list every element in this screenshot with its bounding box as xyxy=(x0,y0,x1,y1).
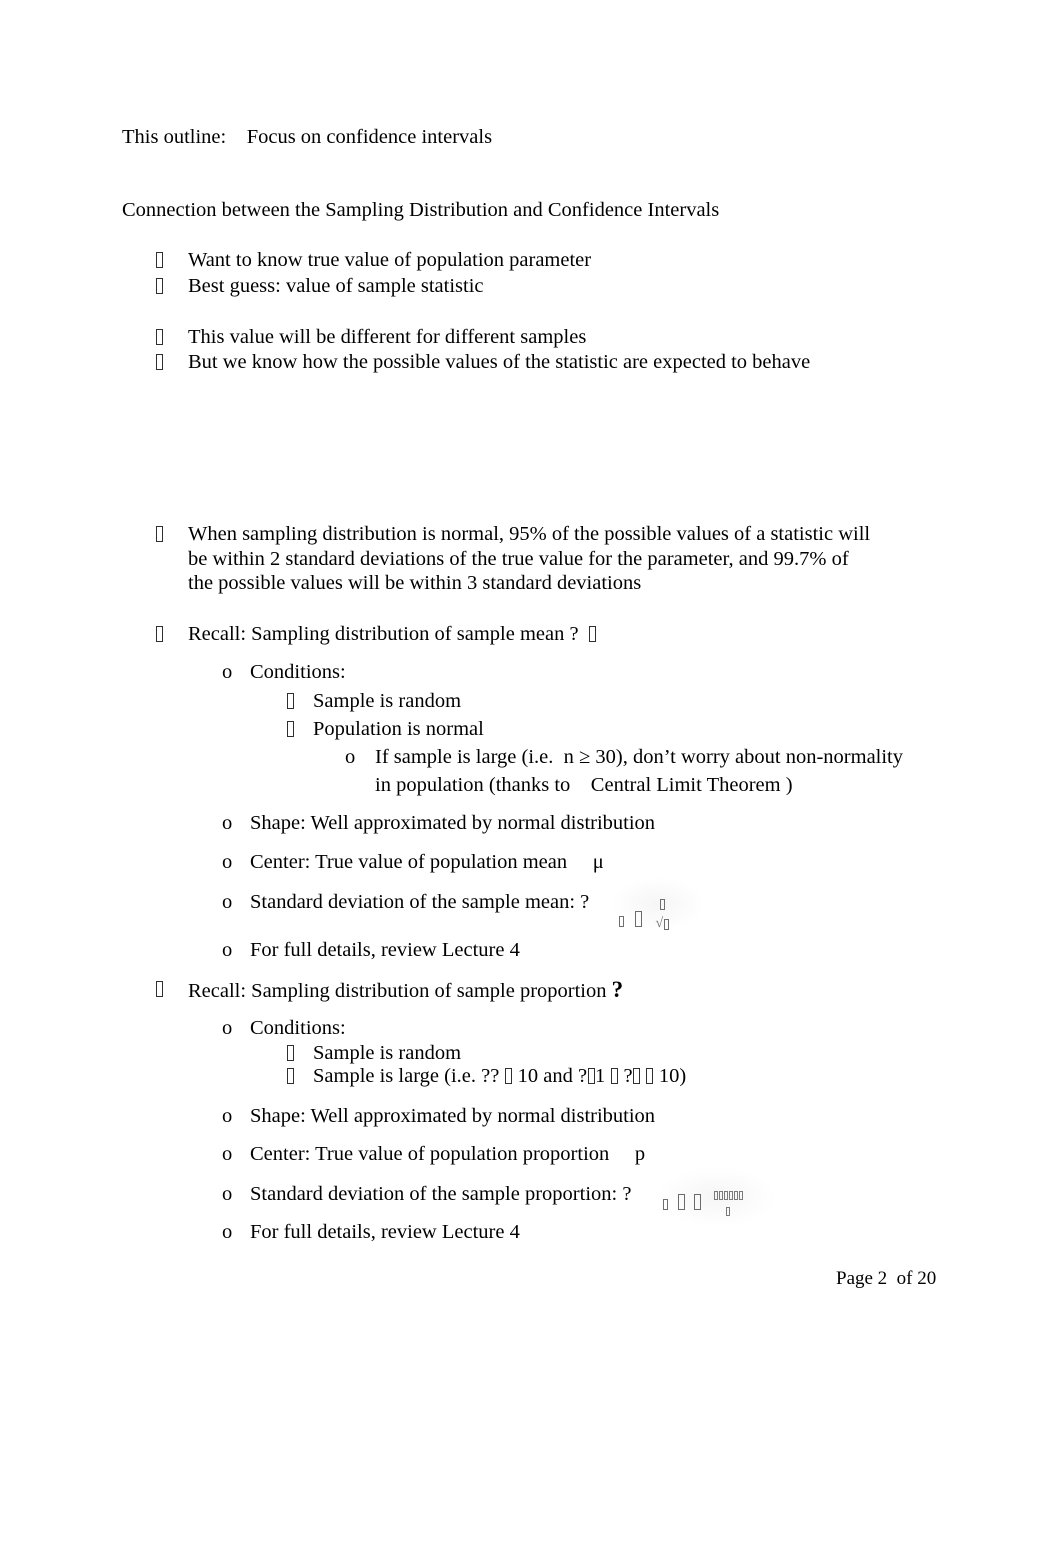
sub-bullet-marker-o: o xyxy=(222,1105,233,1127)
bullet-marker-icon xyxy=(286,1041,294,1066)
center-gap-2 xyxy=(609,1143,635,1165)
radical-icon: √ xyxy=(655,916,664,931)
cond-large-suffix: 10) xyxy=(653,1065,687,1087)
sub-bullet-marker-o: o xyxy=(222,661,233,683)
equals-missing-glyph-icon xyxy=(678,1194,685,1210)
sample-proportion-shape: Shape: Well approximated by normal distr… xyxy=(250,1105,656,1127)
sample-mean-conditions-label: Conditions: xyxy=(250,661,346,683)
page-footer: Page 2 of 20 xyxy=(836,1268,937,1289)
sample-proportion-heading: Recall: Sampling distribution of sample … xyxy=(188,977,623,1004)
sub-bullet-marker-o: o xyxy=(222,939,233,961)
bullet-marker-icon xyxy=(155,522,163,547)
normal-rule-line-1: When sampling distribution is normal, 95… xyxy=(188,523,871,545)
outline-header-line: This outline: Focus on confidence interv… xyxy=(122,125,492,150)
cond-large-prefix: Sample is large (i.e. ?? xyxy=(313,1065,505,1087)
section-title: Connection between the Sampling Distribu… xyxy=(122,199,720,221)
sub-bullet-marker-o: o xyxy=(222,1183,233,1205)
bullet-marker-icon xyxy=(286,689,294,714)
bullet-marker-icon xyxy=(155,622,163,647)
sample-mean-sd-label: Standard deviation of the sample mean: ? xyxy=(250,891,590,913)
sample-mean-details: For full details, review Lecture 4 xyxy=(250,939,520,961)
p-symbol: p xyxy=(634,1143,646,1165)
intro-bullet-2: This value will be different for differe… xyxy=(188,326,587,348)
paren-missing-glyph-icon xyxy=(587,1068,595,1084)
sub-bullet-marker-o: o xyxy=(345,746,356,768)
outline-topic: Focus on confidence intervals xyxy=(246,126,493,148)
cond-large-space xyxy=(641,1065,646,1087)
center-gap xyxy=(567,851,593,873)
sample-proportion-condition-large: Sample is large (i.e. ?? 10 and ? 1 ? 10) xyxy=(313,1064,686,1089)
sample-proportion-condition-random: Sample is random xyxy=(313,1042,462,1064)
sample-proportion-center: Center: True value of population proport… xyxy=(250,1142,645,1167)
cond-large-mid: 10 and ? xyxy=(512,1065,588,1087)
fraction-numerator xyxy=(713,1186,743,1202)
phat-missing-glyph: ? xyxy=(611,977,624,1002)
clt-note-line-1: If sample is large (i.e. n ≥ 30), don’t … xyxy=(375,746,904,768)
minus-missing-glyph-icon xyxy=(610,1068,618,1084)
sub-bullet-marker-o: o xyxy=(222,1221,233,1243)
sub-bullet-marker-o: o xyxy=(222,1017,233,1039)
fraction-numerator xyxy=(659,896,665,912)
mu-symbol: μ xyxy=(592,851,604,873)
intro-bullet-1: Best guess: value of sample statistic xyxy=(188,275,484,297)
bullet-marker-icon xyxy=(155,274,163,299)
sample-proportion-center-text: Center: True value of population proport… xyxy=(250,1143,610,1165)
fraction-missing-glyph: √ xyxy=(656,896,670,931)
bullet-marker-icon xyxy=(155,325,163,350)
cond-large-mid3: ? xyxy=(618,1065,633,1087)
normal-rule-line-2: be within 2 standard deviations of the t… xyxy=(188,548,849,570)
intro-bullet-0: Want to know true value of population pa… xyxy=(188,249,592,271)
outline-label: This outline: xyxy=(122,126,227,148)
geq2-missing-glyph-icon xyxy=(646,1068,654,1084)
sample-proportion-conditions-label: Conditions: xyxy=(250,1017,346,1039)
sample-mean-condition-0: Sample is random xyxy=(313,690,462,712)
fraction-denominator xyxy=(726,1207,731,1216)
fraction-missing-glyph xyxy=(713,1186,743,1216)
clt-note-line-2: in population (thanks to Central Limit T… xyxy=(375,774,793,796)
document-page: This outline: Focus on confidence interv… xyxy=(0,0,1062,1561)
bullet-marker-icon xyxy=(155,350,163,375)
xbar-missing-glyph-icon xyxy=(589,626,597,642)
paren2-missing-glyph-icon xyxy=(633,1068,641,1084)
sub-bullet-marker-o: o xyxy=(222,1143,233,1165)
sample-proportion-details: For full details, review Lecture 4 xyxy=(250,1221,520,1243)
bullet-marker-icon xyxy=(155,977,163,1002)
sigma-subscript-missing-glyph-icon xyxy=(662,1199,668,1210)
sample-mean-center-text: Center: True value of population mean xyxy=(250,851,568,873)
sample-proportion-heading-text: Recall: Sampling distribution of sample … xyxy=(188,980,607,1002)
outline-label-gap xyxy=(226,126,247,148)
bullet-marker-icon xyxy=(286,1064,294,1089)
sample-proportion-sd-equation-broken xyxy=(658,1168,776,1226)
sample-proportion-sd-label: Standard deviation of the sample proport… xyxy=(250,1183,632,1205)
cond-large-mid2: 1 xyxy=(595,1065,611,1087)
sample-mean-heading-gap xyxy=(579,623,589,645)
sub-bullet-marker-o: o xyxy=(222,812,233,834)
geq-missing-glyph-icon xyxy=(504,1068,512,1084)
sub-bullet-marker-o: o xyxy=(222,851,233,873)
bullet-marker-icon xyxy=(286,717,294,742)
sub-bullet-marker-o: o xyxy=(222,891,233,913)
sample-mean-condition-1: Population is normal xyxy=(313,718,484,740)
sample-mean-center: Center: True value of population mean μ xyxy=(250,850,604,875)
fraction-denominator: √ xyxy=(656,917,670,931)
bullet-marker-icon xyxy=(155,248,163,273)
radical-missing-glyph-icon xyxy=(693,1194,701,1210)
sample-mean-sd-equation-broken: √ xyxy=(612,878,704,931)
normal-rule-line-3: the possible values will be within 3 sta… xyxy=(188,572,642,594)
sigma-subscript-missing-glyph-icon xyxy=(618,916,624,927)
sample-mean-heading-text: Recall: Sampling distribution of sample … xyxy=(188,623,579,645)
sample-mean-shape: Shape: Well approximated by normal distr… xyxy=(250,812,656,834)
equals-missing-glyph-icon xyxy=(635,911,642,927)
sample-mean-heading: Recall: Sampling distribution of sample … xyxy=(188,622,597,647)
intro-bullet-3: But we know how the possible values of t… xyxy=(188,351,811,373)
